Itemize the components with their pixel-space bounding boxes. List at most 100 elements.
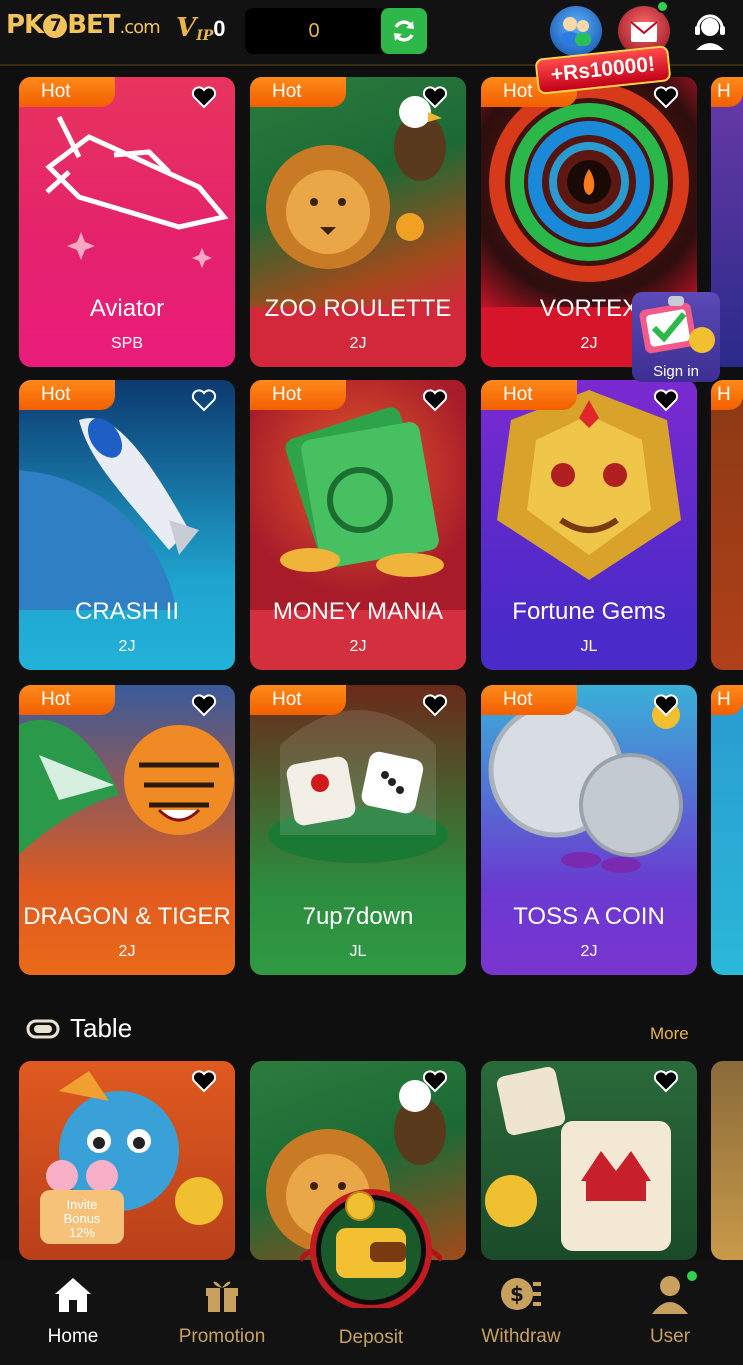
game-provider: JL: [580, 638, 598, 655]
nav-user[interactable]: User: [615, 1260, 725, 1365]
game-art: [250, 77, 466, 307]
game-provider: 2J: [118, 943, 136, 960]
nav-withdraw-label: Withdraw: [481, 1326, 561, 1347]
favorite-heart-icon[interactable]: [653, 1069, 679, 1093]
hot-badge: H: [711, 685, 743, 715]
withdraw-coin-icon: $: [501, 1278, 541, 1310]
favorite-heart-icon[interactable]: [191, 85, 217, 109]
game-card-partial[interactable]: [711, 1061, 743, 1260]
home-icon: [55, 1278, 91, 1312]
hot-badge: Hot: [250, 685, 346, 715]
sign-in-widget[interactable]: Sign in: [632, 292, 720, 382]
game-name: 7up7down: [302, 903, 414, 930]
customer-support-button[interactable]: [690, 8, 730, 54]
nav-home-label: Home: [47, 1326, 99, 1347]
invite-bonus-widget[interactable]: Invite Bonus 12%: [36, 1154, 128, 1246]
hot-badge: Hot: [19, 685, 115, 715]
more-link[interactable]: More: [650, 1024, 689, 1044]
favorite-heart-icon[interactable]: [422, 388, 448, 412]
game-art: [19, 380, 235, 670]
favorite-heart-icon[interactable]: [653, 693, 679, 717]
favorite-heart-icon[interactable]: [422, 85, 448, 109]
nav-withdraw[interactable]: $ Withdraw: [466, 1260, 576, 1365]
game-name: ZOO ROULETTE: [264, 295, 452, 322]
notification-dot: [656, 0, 669, 13]
game-provider: 2J: [349, 335, 367, 352]
bonus-line: Bonus: [63, 1211, 101, 1226]
game-name: CRASH II: [74, 598, 179, 625]
favorite-heart-icon[interactable]: [191, 1069, 217, 1093]
game-name: TOSS A COIN: [513, 903, 665, 930]
game-card[interactable]: Hot 7up7down JL: [250, 685, 466, 975]
nav-promotion-label: Promotion: [178, 1326, 266, 1347]
hot-badge: Hot: [250, 380, 346, 410]
logo-bet-text: BET: [67, 10, 120, 40]
deposit-button[interactable]: [298, 1188, 444, 1311]
invite-bonus-text: Invite Bonus 12%: [36, 1198, 128, 1240]
game-art: [481, 380, 697, 610]
game-art: [250, 685, 466, 915]
game-provider: JL: [349, 943, 367, 960]
favorite-heart-icon[interactable]: [422, 1069, 448, 1093]
game-art: [19, 685, 235, 915]
game-provider: 2J: [349, 638, 367, 655]
section-title-table: Table: [26, 1013, 132, 1044]
community-icon[interactable]: [550, 6, 602, 56]
game-card[interactable]: Hot Aviator SPB: [19, 77, 235, 367]
section-title-text: Table: [70, 1013, 133, 1043]
game-card-partial[interactable]: H: [711, 685, 743, 975]
favorite-heart-icon[interactable]: [653, 388, 679, 412]
game-card-partial[interactable]: H: [711, 380, 743, 670]
invite-line: Invite: [66, 1197, 98, 1212]
vip-ip: IP: [196, 28, 214, 44]
sign-in-gift-icon: [639, 296, 715, 354]
game-card[interactable]: Hot TOSS A COIN 2J: [481, 685, 697, 975]
game-card[interactable]: Hot MONEY MANIA 2J: [250, 380, 466, 670]
svg-text:$: $: [510, 1282, 524, 1306]
headset-icon: [695, 14, 725, 50]
site-logo[interactable]: PK 7 BET.com: [6, 10, 161, 40]
game-card[interactable]: Hot CRASH II 2J: [19, 380, 235, 670]
hot-badge: H: [711, 380, 743, 410]
game-name: DRAGON & TIGER: [23, 903, 231, 930]
hot-badge: Hot: [481, 685, 577, 715]
table-icon: [26, 1019, 60, 1038]
user-notification-dot: [685, 1269, 699, 1283]
favorite-heart-icon[interactable]: [422, 693, 448, 717]
logo-seven-circle: 7: [43, 14, 68, 38]
nav-home[interactable]: Home: [18, 1260, 128, 1365]
bonus-percent: 12%: [68, 1225, 96, 1240]
wallet-icon: [298, 1189, 444, 1311]
vip-level-badge[interactable]: VIP0: [176, 13, 226, 44]
game-provider: 2J: [580, 943, 598, 960]
game-art: [250, 380, 466, 610]
vip-level-number: 0: [213, 16, 226, 41]
game-art: [481, 77, 697, 307]
nav-deposit-label: Deposit: [338, 1327, 404, 1348]
game-name: MONEY MANIA: [272, 598, 444, 625]
game-name: Aviator: [89, 295, 165, 322]
hot-badge: Hot: [250, 77, 346, 107]
favorite-heart-icon[interactable]: [191, 388, 217, 412]
logo-pk-text: PK: [6, 10, 44, 40]
game-card[interactable]: Hot Fortune Gems JL: [481, 380, 697, 670]
table-game-card[interactable]: [481, 1061, 697, 1260]
favorite-heart-icon[interactable]: [653, 85, 679, 109]
people-icon: [561, 17, 591, 46]
hot-badge: H: [711, 77, 743, 107]
favorite-heart-icon[interactable]: [191, 693, 217, 717]
game-card[interactable]: Hot DRAGON & TIGER 2J: [19, 685, 235, 975]
hot-badge: Hot: [481, 380, 577, 410]
hot-badge: Hot: [19, 380, 115, 410]
game-name: Fortune Gems: [512, 598, 666, 625]
game-art: [19, 77, 235, 307]
game-art: [481, 685, 697, 915]
refresh-icon: [394, 20, 414, 42]
nav-promotion[interactable]: Promotion: [167, 1260, 277, 1365]
nav-user-label: User: [649, 1326, 691, 1347]
game-provider: 2J: [118, 638, 136, 655]
game-card[interactable]: Hot ZOO ROULETTE 2J: [250, 77, 466, 367]
gift-icon: [206, 1281, 238, 1312]
sign-in-label: Sign in: [653, 363, 699, 380]
refresh-balance-button[interactable]: [381, 8, 427, 54]
